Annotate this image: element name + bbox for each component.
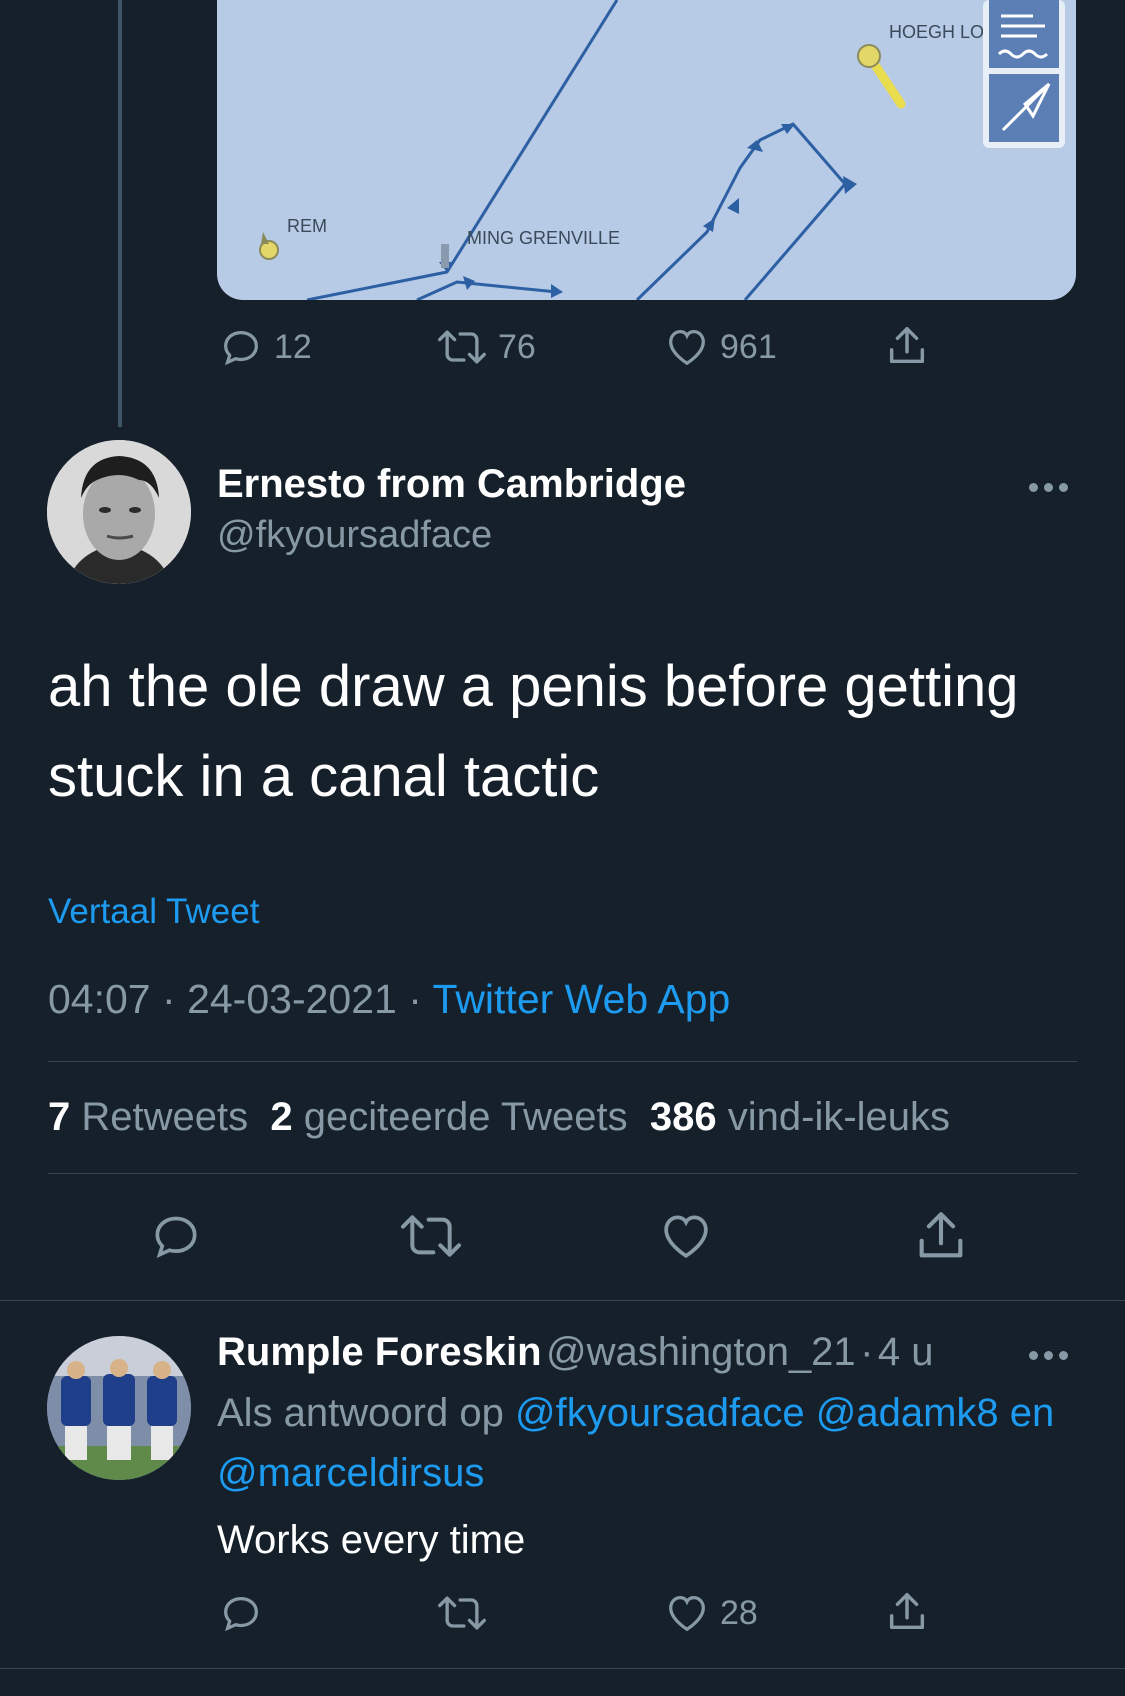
- reply-button[interactable]: [148, 1208, 204, 1264]
- heart-icon: [669, 1596, 705, 1632]
- meta-separator: ·: [162, 976, 176, 1022]
- reply-author-handle[interactable]: @washington_21: [546, 1330, 856, 1374]
- likes-stat[interactable]: 386 vind-ik-leuks: [650, 1095, 950, 1139]
- reply-context-prefix: Als antwoord op: [217, 1391, 504, 1435]
- retweet-count: 76: [498, 327, 536, 366]
- quotes-label: geciteerde Tweets: [303, 1095, 628, 1139]
- reply-icon: [224, 330, 258, 366]
- embedded-tweet-actions: 12 76 961: [218, 324, 938, 374]
- ship-track-map: REM MING GRENVILLE HOEGH LO: [259, 0, 1065, 300]
- tweet-source-link[interactable]: Twitter Web App: [433, 976, 731, 1022]
- like-button[interactable]: 961: [664, 324, 777, 370]
- tweet-text: ah the ole draw a penis before getting s…: [48, 642, 1088, 822]
- like-count: 961: [720, 327, 777, 366]
- reply-separator: ·: [860, 1330, 874, 1374]
- divider: [48, 1061, 1077, 1062]
- divider: [0, 1668, 1125, 1669]
- share-button[interactable]: [912, 1206, 970, 1266]
- share-button[interactable]: [884, 322, 930, 370]
- avatar[interactable]: [47, 440, 191, 584]
- like-button[interactable]: [658, 1208, 714, 1264]
- share-icon: [919, 1212, 963, 1258]
- divider: [48, 1173, 1077, 1174]
- heart-icon: [664, 1215, 708, 1259]
- like-button[interactable]: 28: [664, 1590, 758, 1636]
- ship-marker-ming-grenville: [441, 244, 449, 268]
- tweet-stats: 7 Retweets 2 geciteerde Tweets 386 vind-…: [48, 1095, 950, 1140]
- route-line-3: [635, 122, 847, 300]
- map-label-hoegh: HOEGH LO: [889, 22, 984, 42]
- thread-connector-line: [118, 0, 122, 427]
- reply-context: Als antwoord op @fkyoursadface @adamk8 e…: [217, 1383, 1097, 1503]
- route-arrow: [843, 176, 857, 194]
- retweet-icon: [438, 1596, 486, 1630]
- meta-separator: ·: [408, 976, 422, 1022]
- reply-icon: [155, 1216, 197, 1259]
- author-name[interactable]: Ernesto from Cambridge: [217, 462, 686, 507]
- map-image[interactable]: REM MING GRENVILLE HOEGH LO: [217, 0, 1076, 300]
- reply-button[interactable]: [218, 1590, 264, 1636]
- profile-photo-ernesto: [47, 440, 191, 584]
- main-tweet-actions: [0, 1208, 1125, 1268]
- translate-tweet-link[interactable]: Vertaal Tweet: [48, 892, 259, 932]
- reply-button[interactable]: 12: [218, 324, 312, 370]
- reply-time: 4 u: [877, 1330, 934, 1374]
- mention-link[interactable]: @fkyoursadface: [515, 1391, 805, 1435]
- reply-actions: 28: [218, 1590, 938, 1640]
- tweet-text-line-1: ah the ole draw a penis before getting: [48, 654, 1019, 719]
- quotes-count: 2: [270, 1095, 293, 1139]
- reply-author-name[interactable]: Rumple Foreskin: [217, 1330, 542, 1374]
- tweet-time: 04:07: [48, 976, 151, 1022]
- like-count: 28: [720, 1593, 758, 1632]
- share-button[interactable]: [884, 1588, 930, 1636]
- map-label-ming-grenville: MING GRENVILLE: [467, 228, 620, 248]
- retweets-stat[interactable]: 7 Retweets: [48, 1095, 248, 1139]
- reply-text: Works every time: [217, 1518, 526, 1562]
- retweets-label: Retweets: [81, 1095, 249, 1139]
- route-line-2: [416, 280, 558, 300]
- divider: [0, 1300, 1125, 1301]
- retweet-button[interactable]: [436, 1590, 488, 1636]
- heart-icon: [669, 330, 705, 366]
- author-handle[interactable]: @fkyoursadface: [217, 514, 492, 557]
- route-arrow: [747, 140, 763, 152]
- reply-context-and: en: [1009, 1391, 1055, 1435]
- reply-count: 12: [274, 327, 312, 366]
- reply-header: Rumple Foreskin @washington_21 · 4 u: [217, 1330, 934, 1375]
- retweet-button[interactable]: 76: [436, 324, 536, 370]
- retweet-icon: [401, 1215, 461, 1257]
- retweet-icon: [438, 330, 486, 364]
- retweet-button[interactable]: [398, 1208, 464, 1264]
- reply-icon: [224, 1596, 258, 1632]
- share-icon: [889, 1593, 925, 1630]
- share-icon: [889, 327, 925, 364]
- likes-count: 386: [649, 1095, 717, 1139]
- likes-label: vind-ik-leuks: [727, 1095, 951, 1139]
- route-line-1: [306, 0, 619, 300]
- route-arrow: [727, 198, 739, 214]
- mention-link[interactable]: @adamk8: [816, 1391, 999, 1435]
- profile-photo-rumple: [47, 1336, 191, 1480]
- avatar[interactable]: [47, 1336, 191, 1480]
- more-icon[interactable]: [1029, 483, 1068, 492]
- weather-layer-button: [989, 0, 1059, 68]
- more-icon[interactable]: [1029, 1351, 1068, 1360]
- tweet-date: 24-03-2021: [187, 976, 397, 1022]
- route-arrow: [551, 284, 563, 298]
- tweet-text-line-2: stuck in a canal tactic: [48, 744, 600, 809]
- quotes-stat[interactable]: 2 geciteerde Tweets: [270, 1095, 627, 1139]
- retweets-count: 7: [48, 1095, 71, 1139]
- mention-link[interactable]: @marceldirsus: [217, 1451, 484, 1495]
- map-label-rem: REM: [287, 216, 327, 236]
- tweet-timestamp: 04:07 · 24-03-2021 · Twitter Web App: [48, 976, 730, 1023]
